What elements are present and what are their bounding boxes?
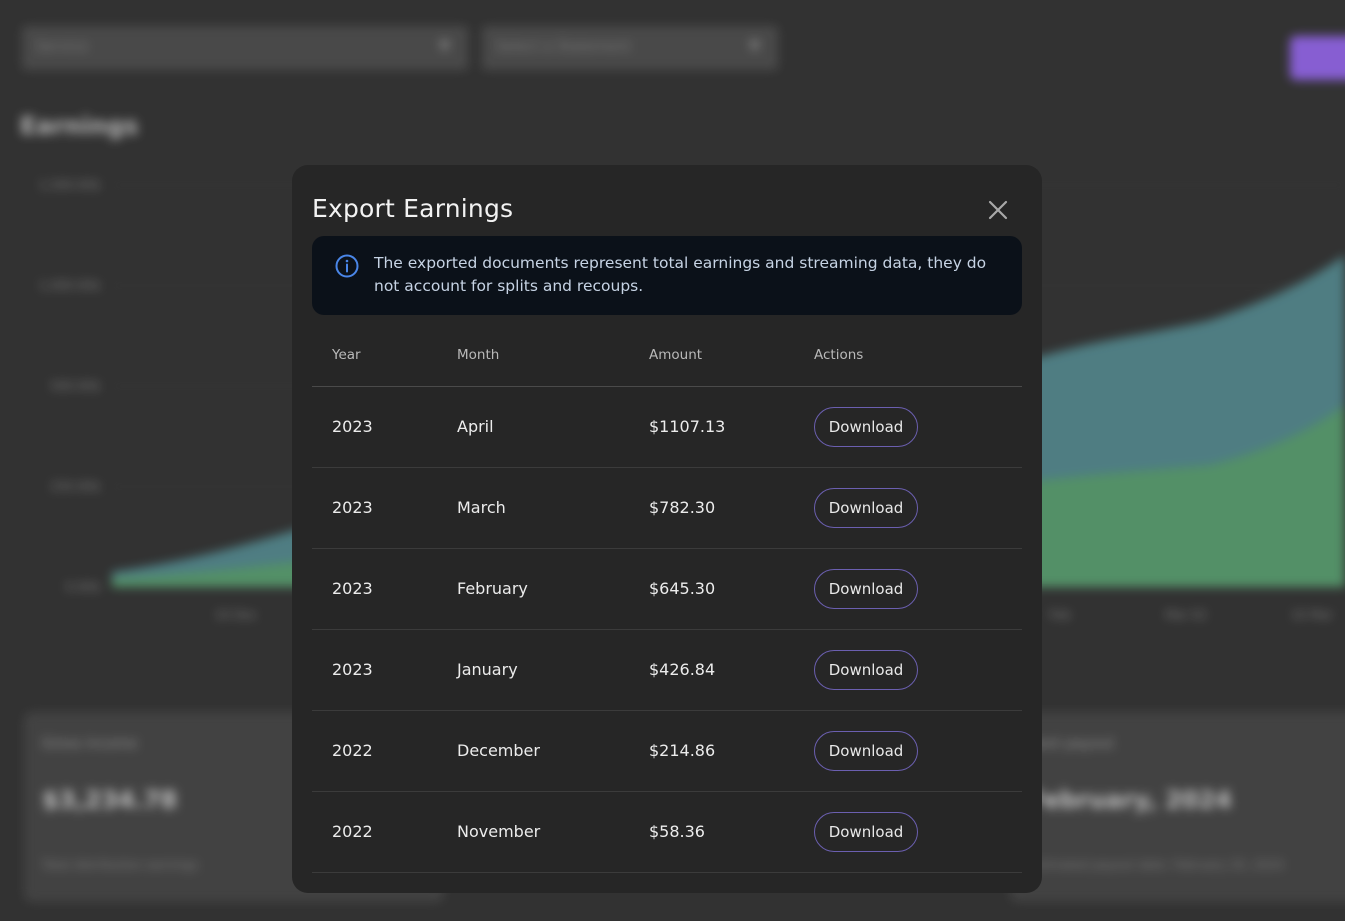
cell-year: 2023 [332, 498, 373, 517]
info-banner: The exported documents represent total e… [312, 236, 1022, 315]
cell-year: 2023 [332, 417, 373, 436]
column-header-amount: Amount [649, 347, 703, 363]
download-button[interactable]: Download [814, 569, 918, 609]
table-row: 2022 December $214.86 Download [312, 711, 1022, 792]
modal-title: Export Earnings [312, 194, 514, 223]
download-button[interactable]: Download [814, 812, 918, 852]
cell-amount: $782.30 [649, 498, 716, 517]
table-row: 2023 February $645.30 Download [312, 549, 1022, 630]
cell-month: March [457, 498, 506, 517]
cell-year: 2022 [332, 822, 373, 841]
cell-year: 2023 [332, 579, 373, 598]
column-header-month: Month [457, 347, 500, 363]
download-button[interactable]: Download [814, 650, 918, 690]
close-button[interactable] [984, 196, 1012, 224]
column-header-actions: Actions [814, 347, 864, 363]
cell-amount: $58.36 [649, 822, 705, 841]
cell-month: November [457, 822, 541, 841]
cell-amount: $645.30 [649, 579, 716, 598]
cell-amount: $214.86 [649, 741, 716, 760]
table-row: 2022 November $58.36 Download [312, 792, 1022, 873]
cell-month: December [457, 741, 540, 760]
table-row: 2023 March $782.30 Download [312, 468, 1022, 549]
column-header-year: Year [332, 347, 361, 363]
download-button[interactable]: Download [814, 731, 918, 771]
cell-month: January [457, 660, 518, 679]
download-button[interactable]: Download [814, 407, 918, 447]
info-text: The exported documents represent total e… [374, 254, 987, 295]
cell-amount: $426.84 [649, 660, 716, 679]
table-header: Year Month Amount Actions [312, 335, 1022, 387]
table-row: 2023 April $1107.13 Download [312, 387, 1022, 468]
download-button[interactable]: Download [814, 488, 918, 528]
cell-year: 2023 [332, 660, 373, 679]
table-row: 2023 January $426.84 Download [312, 630, 1022, 711]
earnings-table: Year Month Amount Actions 2023 April $11… [312, 335, 1022, 873]
export-earnings-modal: Export Earnings The exported documents r… [292, 165, 1042, 893]
cell-month: April [457, 417, 494, 436]
cell-amount: $1107.13 [649, 417, 726, 436]
info-icon [335, 254, 359, 278]
close-icon [988, 200, 1008, 220]
cell-year: 2022 [332, 741, 373, 760]
cell-month: February [457, 579, 528, 598]
